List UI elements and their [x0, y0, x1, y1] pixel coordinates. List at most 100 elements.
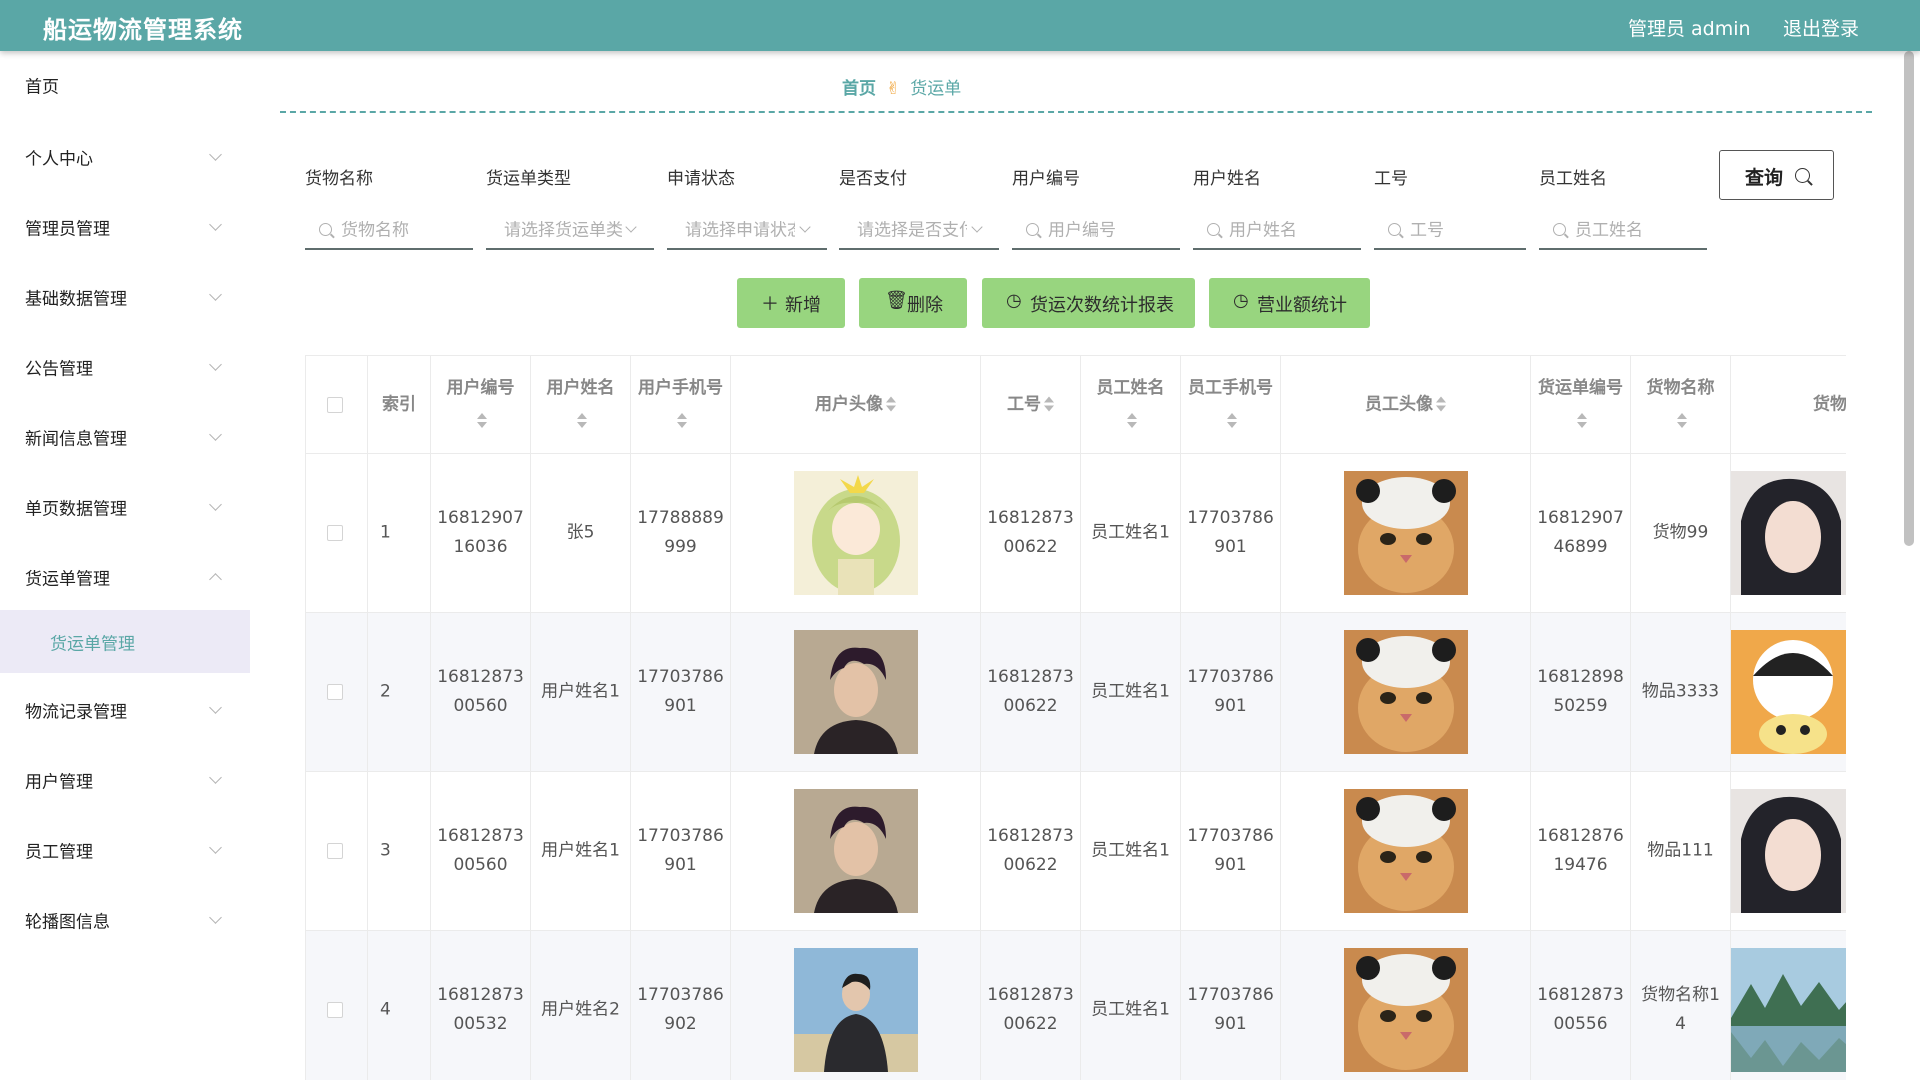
- goods-photo-image[interactable]: [1731, 948, 1846, 1072]
- goods-photo-image[interactable]: [1731, 789, 1846, 913]
- sort-icon[interactable]: [886, 396, 896, 412]
- employee-avatar-image[interactable]: [1344, 948, 1468, 1072]
- sidebar-item-shipping-orders[interactable]: 货运单管理: [0, 549, 250, 605]
- goods-name-input[interactable]: 货物名称: [305, 208, 473, 250]
- page-scrollbar[interactable]: [1904, 51, 1914, 1080]
- user-avatar-image[interactable]: [794, 948, 918, 1072]
- header-emp-name[interactable]: 员工姓名: [1081, 356, 1181, 454]
- user-avatar-image[interactable]: [794, 789, 918, 913]
- delete-button[interactable]: 🗑 删除: [859, 278, 967, 328]
- sidebar-item-announcements[interactable]: 公告管理: [0, 339, 250, 395]
- search-icon: [1553, 223, 1566, 236]
- shipment-count-report-button[interactable]: ◷ 货运次数统计报表: [982, 278, 1195, 328]
- header-ship-no[interactable]: 货运单编号: [1531, 356, 1631, 454]
- cell-emp-phone: 17703786901: [1187, 508, 1274, 557]
- sidebar-item-basic-data[interactable]: 基础数据管理: [0, 269, 250, 325]
- header-select-all: [306, 356, 368, 454]
- logout-link[interactable]: 退出登录: [1783, 14, 1859, 41]
- cell-goods-name: 物品111: [1647, 840, 1714, 861]
- sidebar-item-logistics-records[interactable]: 物流记录管理: [0, 682, 250, 738]
- cell-user-name: 用户姓名1: [541, 840, 620, 861]
- sidebar-item-label: 新闻信息管理: [25, 429, 127, 450]
- sort-icon[interactable]: [577, 412, 587, 429]
- sort-icon[interactable]: [477, 412, 487, 429]
- pie-chart-icon: ◷: [1006, 290, 1022, 311]
- header-user-phone[interactable]: 用户手机号: [631, 356, 731, 454]
- sort-icon[interactable]: [1227, 412, 1237, 429]
- cell-emp-no: 1681287300622: [987, 826, 1074, 875]
- header-goods-name-label: 货物名称: [1646, 377, 1715, 398]
- row-checkbox[interactable]: [327, 684, 343, 700]
- revenue-statistics-button[interactable]: ◷ 营业额统计: [1209, 278, 1370, 328]
- add-button[interactable]: ＋ 新增: [737, 278, 845, 328]
- revenue-statistics-label: 营业额统计: [1257, 295, 1347, 316]
- emp-name-input[interactable]: 员工姓名: [1539, 208, 1707, 250]
- search-icon: [1207, 223, 1220, 236]
- sort-icon[interactable]: [1127, 412, 1137, 429]
- user-avatar-image[interactable]: [794, 630, 918, 754]
- sort-icon[interactable]: [1577, 412, 1587, 429]
- employee-avatar-image[interactable]: [1344, 630, 1468, 754]
- sidebar-item-home[interactable]: 首页: [0, 57, 250, 113]
- header-user-avatar-label: 用户头像: [815, 394, 883, 414]
- user-avatar-image[interactable]: [794, 471, 918, 595]
- chevron-down-icon: [209, 841, 222, 854]
- emp-no-input[interactable]: 工号: [1374, 208, 1526, 250]
- sidebar-item-label: 轮播图信息: [25, 912, 110, 933]
- header-emp-name-label: 员工姓名: [1096, 377, 1165, 398]
- header-user-avatar[interactable]: 用户头像: [731, 356, 981, 454]
- sidebar-item-single-page[interactable]: 单页数据管理: [0, 479, 250, 535]
- sort-icon[interactable]: [1677, 412, 1687, 429]
- header-user-name[interactable]: 用户姓名: [531, 356, 631, 454]
- label-is-paid: 是否支付: [839, 169, 907, 189]
- cell-user-no: 1681287300560: [437, 667, 524, 716]
- header-goods-photo[interactable]: 货物: [1731, 356, 1846, 454]
- goods-photo-image[interactable]: [1731, 471, 1846, 595]
- sort-icon[interactable]: [677, 412, 687, 429]
- apply-status-select[interactable]: 请选择申请状态: [667, 208, 827, 250]
- is-paid-select[interactable]: 请选择是否支付: [839, 208, 999, 250]
- sidebar-item-users[interactable]: 用户管理: [0, 752, 250, 808]
- goods-photo-image[interactable]: [1731, 630, 1846, 754]
- header-emp-no[interactable]: 工号: [981, 356, 1081, 454]
- cell-goods-name: 货物99: [1652, 522, 1709, 543]
- select-all-checkbox[interactable]: [327, 396, 343, 413]
- header-emp-avatar[interactable]: 员工头像: [1281, 356, 1531, 454]
- sidebar-item-employees[interactable]: 员工管理: [0, 822, 250, 878]
- header-emp-avatar-label: 员工头像: [1365, 394, 1433, 414]
- header-goods-name[interactable]: 货物名称: [1631, 356, 1731, 454]
- scrollbar-thumb[interactable]: [1904, 51, 1914, 546]
- row-checkbox[interactable]: [327, 843, 343, 859]
- cell-index: 2: [380, 681, 391, 702]
- order-type-select[interactable]: 请选择货运单类型: [486, 208, 654, 250]
- user-no-input[interactable]: 用户编号: [1012, 208, 1180, 250]
- sidebar-item-personal-center[interactable]: 个人中心: [0, 129, 250, 185]
- sidebar-item-news[interactable]: 新闻信息管理: [0, 409, 250, 465]
- query-button[interactable]: 查询: [1719, 150, 1834, 200]
- cell-goods-name: 货物名称14: [1641, 985, 1720, 1034]
- cell-user-name: 用户姓名1: [541, 681, 620, 702]
- pie-chart-icon: ◷: [1233, 290, 1249, 311]
- row-checkbox[interactable]: [327, 1002, 343, 1018]
- employee-avatar-image[interactable]: [1344, 789, 1468, 913]
- goods-name-placeholder: 货物名称: [341, 220, 409, 241]
- sidebar-item-label: 用户管理: [25, 772, 93, 793]
- sidebar-item-carousel[interactable]: 轮播图信息: [0, 892, 250, 948]
- header-user-no[interactable]: 用户编号: [431, 356, 531, 454]
- sidebar-item-label: 管理员管理: [25, 219, 110, 240]
- cell-ship-no: 1681289850259: [1537, 667, 1624, 716]
- sort-icon[interactable]: [1436, 396, 1446, 412]
- employee-avatar-image[interactable]: [1344, 471, 1468, 595]
- user-name-input[interactable]: 用户姓名: [1193, 208, 1361, 250]
- breadcrumb-home[interactable]: 首页: [842, 79, 876, 99]
- sort-icon[interactable]: [1044, 396, 1054, 412]
- header-emp-phone[interactable]: 员工手机号: [1181, 356, 1281, 454]
- sidebar-subitem-shipping-order-management[interactable]: 货运单管理: [0, 610, 250, 673]
- cell-emp-name: 员工姓名1: [1091, 999, 1170, 1020]
- row-checkbox[interactable]: [327, 525, 343, 541]
- top-header-bar: 船运物流管理系统 管理员 admin 退出登录: [0, 0, 1920, 51]
- cell-ship-no: 1681287619476: [1537, 826, 1624, 875]
- sidebar-item-admin-management[interactable]: 管理员管理: [0, 199, 250, 255]
- apply-status-placeholder: 请选择申请状态: [685, 220, 795, 241]
- cell-ship-no: 1681290746899: [1537, 508, 1624, 557]
